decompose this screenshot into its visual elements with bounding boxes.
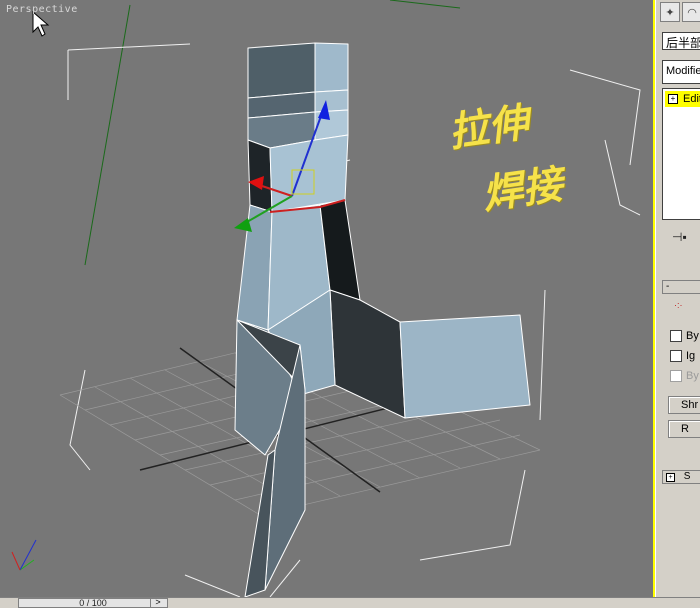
pin-stack-icon[interactable]: ⊣▪ bbox=[672, 230, 687, 244]
stack-item-edit[interactable]: + Edit bbox=[665, 91, 700, 107]
checkbox-ignore-backfacing[interactable]: Ig bbox=[670, 350, 695, 362]
selection-rollout-header[interactable]: - bbox=[662, 280, 700, 294]
shrink-button[interactable]: Shr bbox=[668, 396, 700, 414]
viewport-scene bbox=[11, 0, 641, 597]
annotation-line-2: 焊接 bbox=[479, 160, 566, 219]
command-panel: ✦ ◠ 后半部 Modifier List + Edit ⊣▪ - ·:· By… bbox=[655, 0, 700, 597]
viewport-label[interactable]: Perspective bbox=[6, 4, 78, 15]
create-tab-icon[interactable]: ✦ bbox=[660, 2, 680, 22]
vertex-subobject-icon[interactable]: ·:· bbox=[674, 300, 683, 310]
checkbox-label: By bbox=[686, 330, 699, 342]
checkbox-label: Ig bbox=[686, 350, 696, 362]
annotation-line-1: 拉伸 bbox=[445, 98, 532, 157]
time-slider-bar: 0 / 100 > bbox=[0, 597, 700, 608]
stack-item-label: Edit bbox=[683, 93, 700, 105]
checkbox-box[interactable] bbox=[670, 350, 682, 362]
modifier-list-dropdown[interactable]: Modifier List bbox=[662, 60, 700, 84]
rollout-label: S bbox=[683, 471, 691, 482]
perspective-viewport[interactable]: Perspective 拉伸 焊接 bbox=[0, 0, 655, 597]
handwritten-annotation: 拉伸 焊接 bbox=[440, 95, 610, 225]
soft-selection-rollout-header[interactable]: + S bbox=[662, 470, 700, 484]
world-axis-line bbox=[389, 0, 461, 9]
world-y-axis-line bbox=[84, 4, 131, 266]
mouse-cursor-icon bbox=[32, 10, 50, 37]
checkbox-label: By bbox=[686, 370, 699, 382]
checkbox-by-angle: By bbox=[670, 370, 699, 382]
modify-tab-icon[interactable]: ◠ bbox=[682, 2, 700, 22]
checkbox-box[interactable] bbox=[670, 330, 682, 342]
checkbox-box bbox=[670, 370, 682, 382]
axis-tripod-icon bbox=[11, 539, 37, 571]
expand-plus-icon[interactable]: + bbox=[668, 94, 678, 104]
modifier-stack[interactable]: + Edit bbox=[662, 88, 700, 220]
ring-button[interactable]: R bbox=[668, 420, 700, 438]
checkbox-by-vertex[interactable]: By bbox=[670, 330, 699, 342]
rollout-label: - bbox=[666, 281, 670, 292]
expand-plus-icon: + bbox=[666, 473, 675, 482]
object-name-field[interactable]: 后半部 bbox=[662, 32, 700, 50]
